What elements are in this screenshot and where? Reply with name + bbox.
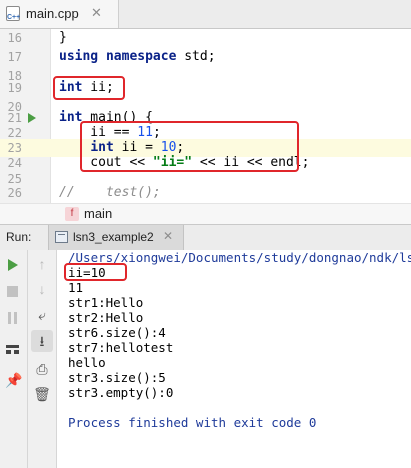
layout-icon[interactable] <box>6 345 19 357</box>
console-output[interactable]: /Users/xiongwei/Documents/study/dongnao/… <box>57 250 411 468</box>
editor-tab-label: main.cpp <box>26 6 79 21</box>
close-icon[interactable]: ✕ <box>163 229 173 243</box>
annotation-box-main-body <box>80 121 299 172</box>
console-line: str7:hellotest <box>68 340 174 355</box>
editor-tab-main-cpp[interactable]: C++ main.cpp ✕ <box>0 0 119 28</box>
console-line: hello <box>68 355 106 370</box>
run-tool-window-header: Run: lsn3_example2 ✕ <box>0 224 411 251</box>
run-icon[interactable] <box>8 259 18 271</box>
code-editor[interactable]: 16 } 17 using namespace std; 18 19 int i… <box>0 29 411 203</box>
code-line: 17 using namespace std; <box>0 48 411 66</box>
code-line: 26 // test(); <box>0 184 411 202</box>
line-number: 19 <box>7 81 22 95</box>
annotation-box-output <box>64 263 127 281</box>
code-text: using namespace std; <box>59 49 216 64</box>
console-line: str6.size():4 <box>68 325 166 340</box>
stop-icon[interactable] <box>7 286 18 297</box>
annotation-box-declaration <box>53 76 125 100</box>
scroll-to-end-icon[interactable]: ⭳ <box>32 333 52 349</box>
run-window-label: Run: <box>6 230 32 244</box>
console-line: str1:Hello <box>68 295 144 310</box>
code-line: 16 } <box>0 29 411 47</box>
line-number: 26 <box>7 186 22 200</box>
down-arrow-icon[interactable]: ↓ <box>32 281 52 297</box>
code-comment: // test(); <box>59 185 161 200</box>
code-text: } <box>59 30 67 45</box>
run-toolbar-primary: 📌 <box>0 250 28 468</box>
line-number: 16 <box>7 31 22 45</box>
line-number: 17 <box>7 50 22 64</box>
breadcrumb: f main <box>0 203 411 225</box>
breadcrumb-item-main[interactable]: main <box>84 206 112 221</box>
console-line: str2:Hello <box>68 310 144 325</box>
run-toolbar-secondary: ↑ ↓ ⤶ ⭳ ⎙ 🗑 <box>28 250 57 468</box>
console-line: 11 <box>68 280 84 295</box>
pause-icon[interactable] <box>7 312 19 324</box>
tab-run-config[interactable]: lsn3_example2 ✕ <box>48 225 184 250</box>
print-icon[interactable]: ⎙ <box>32 361 52 377</box>
run-config-icon <box>55 231 68 243</box>
close-icon[interactable]: ✕ <box>91 5 102 21</box>
run-config-label: lsn3_example2 <box>73 230 154 244</box>
console-line: str3.empty():0 <box>68 385 174 400</box>
trash-icon[interactable]: 🗑 <box>32 386 52 402</box>
up-arrow-icon[interactable]: ↑ <box>32 256 52 272</box>
cpp-file-icon: C++ <box>6 6 20 21</box>
run-gutter-icon[interactable] <box>28 113 36 123</box>
console-exit-message: Process finished with exit code 0 <box>68 415 317 430</box>
editor-tab-bar: C++ main.cpp ✕ <box>0 0 411 29</box>
console-line: str3.size():5 <box>68 370 166 385</box>
soft-wrap-icon[interactable]: ⤶ <box>32 307 52 323</box>
pin-icon[interactable]: 📌 <box>5 373 22 389</box>
function-icon: f <box>65 207 79 221</box>
